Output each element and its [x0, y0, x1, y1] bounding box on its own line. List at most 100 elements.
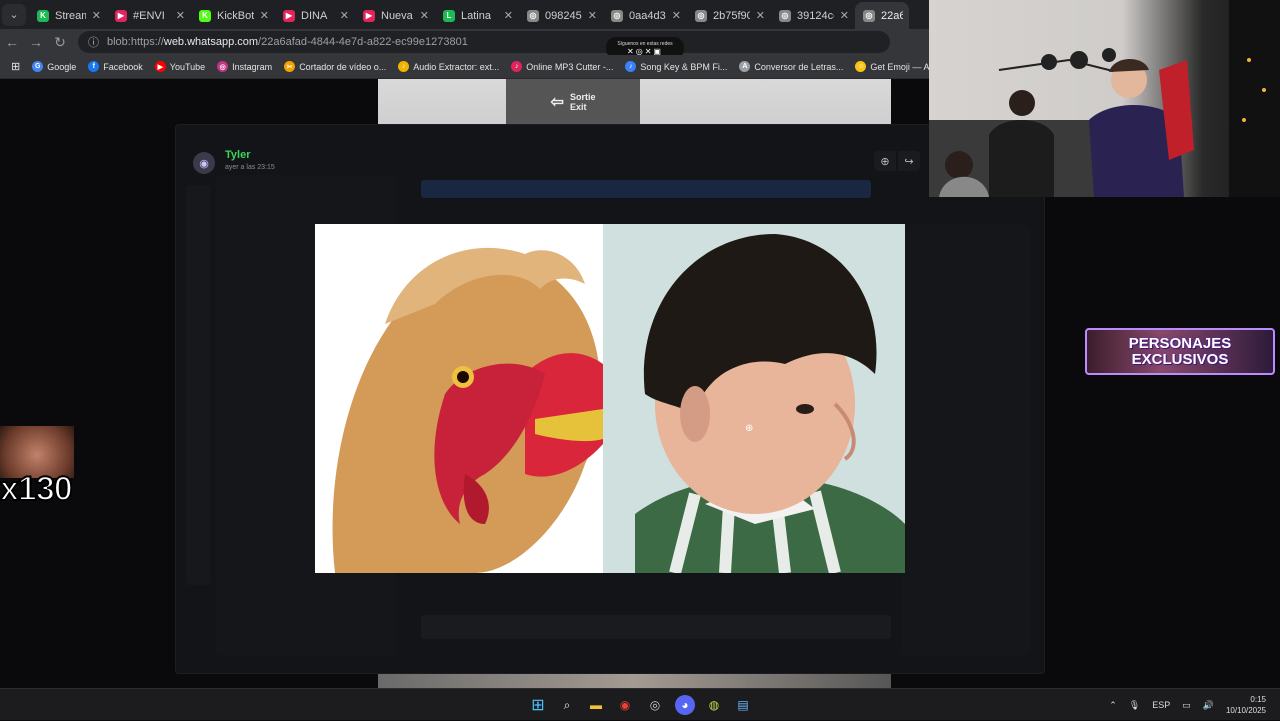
bookmark-label: Song Key & BPM Fi...	[640, 61, 728, 72]
bookmark-item[interactable]: ♪ Song Key & BPM Fi...	[620, 57, 732, 77]
tab-6[interactable]: L Latina ✕	[435, 2, 519, 29]
tab-favicon-icon: L	[443, 9, 455, 22]
back-button[interactable]: ←	[0, 30, 24, 54]
url-text: blob:https://web.whatsapp.com/22a6afad-4…	[107, 36, 468, 48]
tab-label: Latina	[461, 9, 491, 22]
tab-4[interactable]: ▶ DINA ✕	[275, 2, 355, 29]
tab-favicon-icon: ◎	[695, 9, 707, 22]
tab-2[interactable]: ▶ #ENVI ✕	[107, 2, 191, 29]
zoom-icon: ⊕	[880, 155, 890, 168]
bookmark-icon: G	[32, 61, 44, 72]
microphone-icon[interactable]: 🎙	[1129, 700, 1140, 711]
tab-close-icon[interactable]: ✕	[340, 9, 349, 22]
tab-label: #ENVI	[133, 9, 165, 22]
forward-button[interactable]: ↪	[898, 151, 920, 171]
counter-text: x130	[0, 469, 74, 509]
bookmark-label: Facebook	[103, 61, 143, 72]
bookmark-icon: ▶	[154, 61, 166, 72]
tab-close-icon[interactable]: ✕	[840, 9, 849, 22]
zoom-cursor-icon: ⊕	[745, 423, 754, 434]
bookmark-icon: f	[88, 61, 100, 72]
avatar[interactable]: ◉	[193, 152, 215, 174]
message-timestamp: ayer a las 23:15	[225, 164, 275, 171]
bookmark-label: Cortador de vídeo o...	[299, 61, 387, 72]
zoom-in-button[interactable]: ⊕	[874, 151, 896, 171]
notice-bar	[421, 180, 871, 198]
start-icon[interactable]: ⊞	[528, 695, 548, 715]
chrome-icon[interactable]: ◉	[615, 695, 635, 715]
chevron-up-icon[interactable]: ⌃	[1109, 700, 1117, 711]
tab-label: 39124ced	[797, 9, 834, 22]
obs-icon[interactable]: ◎	[645, 695, 665, 715]
bookmark-item[interactable]: ▶ YouTube	[150, 57, 210, 77]
bookmark-item[interactable]: G Google	[27, 57, 81, 77]
bookmark-item[interactable]: ◎ Instagram	[212, 57, 277, 77]
bookmark-label: Google	[47, 61, 77, 72]
forward-icon: ↪	[904, 155, 914, 168]
volume-icon[interactable]: 🔊	[1203, 700, 1214, 711]
bookmark-item[interactable]: f Facebook	[83, 57, 148, 77]
bookmark-item[interactable]: ✂ Cortador de vídeo o...	[279, 57, 391, 77]
webcam-overlay	[929, 0, 1280, 197]
tab-favicon-icon: ▶	[363, 9, 375, 22]
tab-3[interactable]: K KickBot - I ✕	[191, 2, 275, 29]
tab-close-icon[interactable]: ✕	[92, 9, 101, 22]
tab-9[interactable]: ◎ 2b75f903 ✕	[687, 2, 771, 29]
tab-close-icon[interactable]: ✕	[672, 9, 681, 22]
address-bar[interactable]: ⓘ blob:https://web.whatsapp.com/22a6afad…	[78, 31, 890, 53]
tab-close-icon[interactable]: ✕	[420, 9, 429, 22]
tab-close-icon[interactable]: ✕	[756, 9, 765, 22]
apps-icon[interactable]: ⊞	[6, 57, 25, 77]
notepad-icon[interactable]: ▤	[733, 695, 753, 715]
network-icon[interactable]: ▭	[1182, 700, 1191, 711]
language-indicator[interactable]: ESP	[1152, 700, 1170, 710]
tab-5[interactable]: ▶ Nueva ✕	[355, 2, 435, 29]
exit-arrow-icon: ⇦	[550, 93, 564, 111]
message-input	[421, 615, 891, 639]
tab-1[interactable]: K Stream - K ✕	[29, 2, 107, 29]
clock-date: 10/10/2025	[1225, 706, 1266, 715]
tab-close-icon[interactable]: ✕	[588, 9, 597, 22]
media-image[interactable]	[315, 224, 905, 573]
bookmark-item[interactable]: ♪ Online MP3 Cutter -...	[506, 57, 618, 77]
tab-close-icon[interactable]: ✕	[176, 9, 185, 22]
file-explorer-icon[interactable]: ▬	[586, 695, 606, 715]
exit-sign: ⇦ Sortie Exit	[506, 79, 640, 124]
bookmark-item[interactable]: ♪ Audio Extractor: ext...	[393, 57, 504, 77]
tab-favicon-icon: ◎	[611, 9, 623, 22]
exit-sign-line1: Sortie	[569, 91, 596, 102]
bookmark-label: Audio Extractor: ext...	[413, 61, 500, 72]
tab-search-button[interactable]: ⌄	[2, 3, 26, 26]
clock-time: 0:15	[1250, 695, 1266, 704]
tab-close-icon[interactable]: ✕	[260, 9, 269, 22]
tab-10[interactable]: ◎ 39124ced ✕	[771, 2, 855, 29]
meme-image-art	[315, 224, 905, 573]
discord-icon[interactable]: ◕	[675, 695, 695, 715]
member-list	[901, 225, 1031, 655]
tab-favicon-icon: ▶	[283, 9, 295, 22]
tab-favicon-icon: ▶	[115, 9, 127, 22]
forward-nav-button[interactable]: →	[24, 30, 48, 54]
tab-label: 2b75f903	[713, 9, 750, 22]
system-tray: ⌃ 🎙 ESP ▭ 🔊 0:15 10/10/2025	[1109, 689, 1280, 721]
tab-8[interactable]: ◎ 0aa4d371 ✕	[603, 2, 687, 29]
bookmark-label: Conversor de Letras...	[754, 61, 844, 72]
server-rail	[186, 185, 210, 585]
site-info-icon[interactable]: ⓘ	[88, 34, 99, 50]
tab-favicon-icon: K	[37, 9, 49, 22]
bookmark-item[interactable]: A Conversor de Letras...	[734, 57, 848, 77]
tab-close-icon[interactable]: ✕	[504, 9, 513, 22]
tab-7[interactable]: ◎ 098245c3 ✕	[519, 2, 603, 29]
reload-button[interactable]: ↻	[48, 30, 72, 54]
search-icon[interactable]: ⌕	[557, 695, 577, 715]
clock[interactable]: 0:15 10/10/2025	[1226, 694, 1266, 716]
bookmark-label: Online MP3 Cutter -...	[526, 61, 614, 72]
background-photo-bottom	[378, 674, 891, 688]
promo-line-2: EXCLUSIVOS	[1131, 350, 1229, 368]
app-icon[interactable]: ◍	[704, 695, 724, 715]
promo-line-1: PERSONAJES	[1128, 334, 1232, 352]
bookmark-icon: ♪	[625, 61, 637, 72]
tab-label: DINA	[301, 9, 328, 22]
username[interactable]: Tyler	[225, 149, 250, 161]
tab-11[interactable]: ◎ 22a6afa	[855, 2, 909, 29]
